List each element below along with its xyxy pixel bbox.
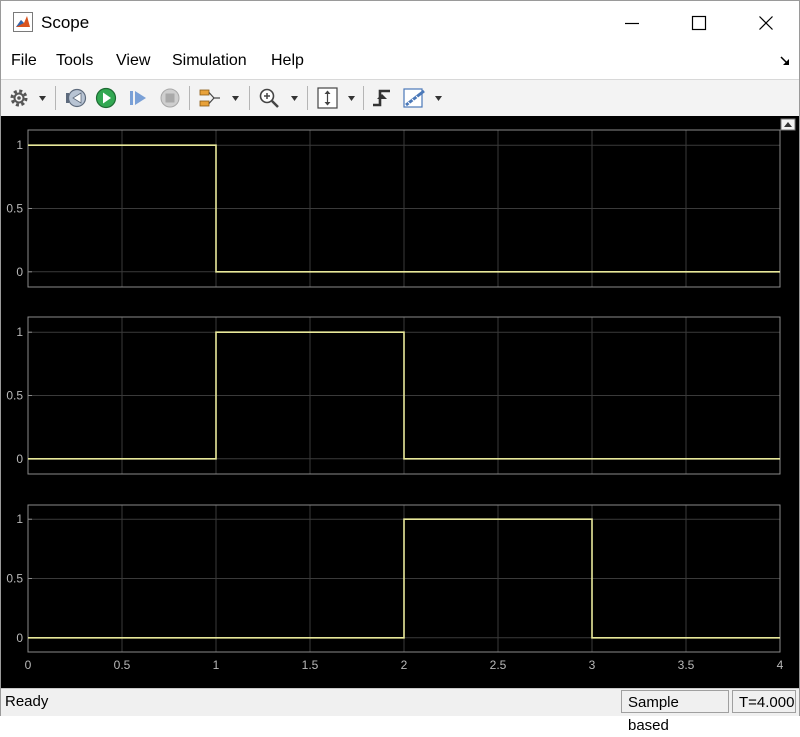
x-tick-label: 1 [213,658,220,672]
toolbar-separator [307,86,308,110]
toolbar-separator [55,86,56,110]
x-tick-label: 4 [777,658,784,672]
measurements-icon[interactable] [402,86,428,110]
status-bar: Ready Sample based T=4.000 [1,688,799,734]
minimize-button[interactable] [609,1,655,45]
x-tick-label: 3.5 [678,658,695,672]
menu-tools[interactable]: Tools [56,52,93,70]
x-tick-label: 3 [589,658,596,672]
menu-simulation[interactable]: Simulation [172,52,247,70]
step-back-icon[interactable] [63,86,89,110]
y-tick-label: 0.5 [6,389,23,403]
matlab-app-icon [13,12,33,32]
measurements-dropdown-icon[interactable] [435,96,442,101]
y-tick-label: 1 [16,325,23,339]
dock-arrow-icon[interactable] [779,55,791,67]
menu-view[interactable]: View [116,52,150,70]
toolbar-separator [363,86,364,110]
x-tick-label: 2.5 [490,658,507,672]
y-tick-label: 0 [16,631,23,645]
toolbar-separator [249,86,250,110]
scale-axes-dropdown-icon[interactable] [348,96,355,101]
triggers-icon[interactable] [370,86,396,110]
scale-axes-icon[interactable] [315,86,341,110]
step-forward-icon[interactable] [125,86,151,110]
run-icon[interactable] [93,86,119,110]
y-tick-label: 0 [16,452,23,466]
settings-icon[interactable] [7,86,33,110]
stop-icon[interactable] [157,86,183,110]
y-tick-label: 0.5 [6,202,23,216]
maximize-icon [691,15,707,31]
x-tick-label: 0 [25,658,32,672]
status-text: Ready [5,693,49,710]
sample-mode-indicator: Sample based [621,690,729,734]
x-tick-label: 0.5 [114,658,131,672]
menu-file[interactable]: File [11,52,37,70]
toolbar-separator [189,86,190,110]
menu-help[interactable]: Help [271,52,304,70]
settings-dropdown-icon[interactable] [39,96,46,101]
x-tick-label: 2 [401,658,408,672]
scope-plots[interactable]: 0 0.5 1 0 0.5 1 0 0.5 1 0 0.5 1 1.5 2 2.5 3 3.5 4 [1,116,799,688]
close-icon [759,16,773,30]
toolbar [1,79,799,117]
x-tick-label: 1.5 [302,658,319,672]
y-tick-label: 1 [16,138,23,152]
y-tick-label: 1 [16,512,23,526]
window-title: Scope [41,13,90,32]
y-tick-label: 0 [16,265,23,279]
zoom-dropdown-icon[interactable] [291,96,298,101]
scope-window: Scope File Tools View Simulation Help 0 … [0,0,800,734]
close-button[interactable] [743,1,789,45]
signal-selector-dropdown-icon[interactable] [232,96,239,101]
maximize-button[interactable] [676,1,722,45]
title-bar[interactable]: Scope [1,1,799,45]
menu-bar: File Tools View Simulation Help [1,47,799,77]
minimize-icon [625,22,639,25]
time-indicator: T=4.000 [732,690,796,713]
signal-selector-icon[interactable] [197,86,223,110]
zoom-in-icon[interactable] [257,86,283,110]
y-tick-label: 0.5 [6,572,23,586]
